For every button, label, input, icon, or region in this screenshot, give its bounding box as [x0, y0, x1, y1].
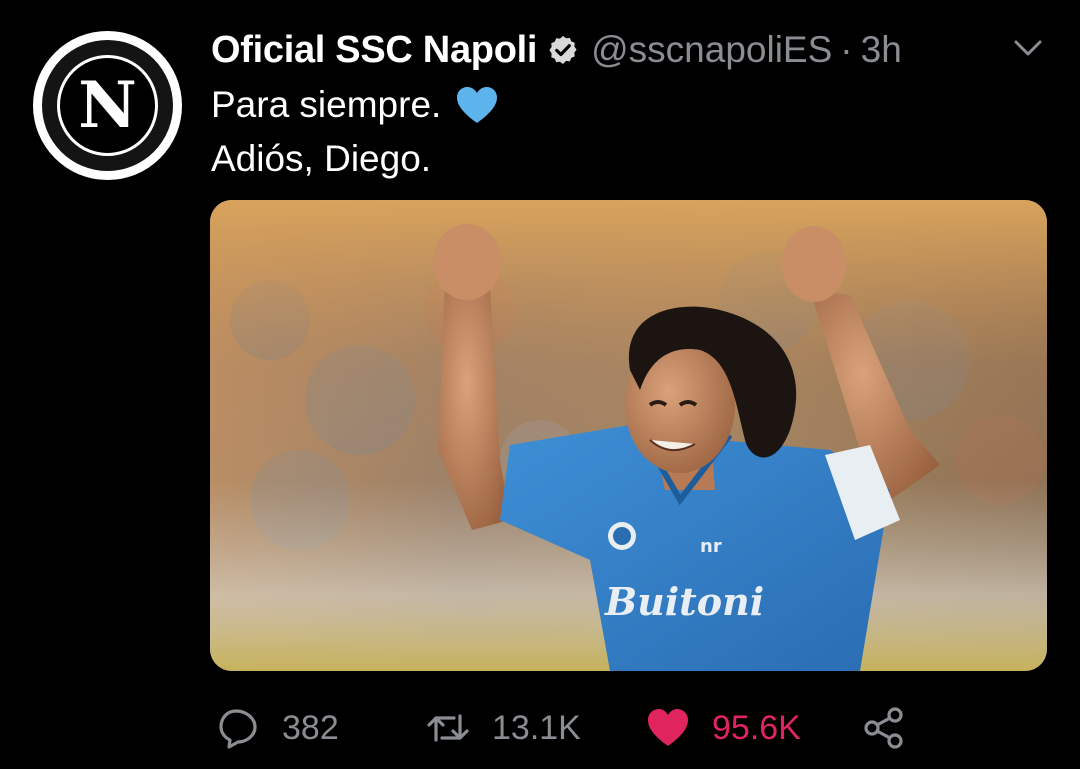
svg-text:nr: nr	[700, 536, 722, 557]
tweet-header: Oficial SSC Napoli @sscnapoliES · 3h	[211, 26, 902, 74]
reply-icon	[219, 709, 257, 749]
tweet-text: Para siempre.	[211, 84, 442, 125]
retweet-button[interactable]: 13.1K	[426, 700, 581, 756]
like-button[interactable]: 95.6K	[646, 700, 801, 756]
verified-badge-icon	[547, 34, 579, 66]
avatar[interactable]: N	[33, 31, 182, 180]
retweet-count: 13.1K	[492, 708, 581, 747]
svg-text:Buitoni: Buitoni	[604, 579, 764, 624]
separator: ·	[840, 29, 853, 70]
retweet-icon	[427, 714, 469, 742]
tweet-actions: 382 13.1K 95.6K	[210, 700, 930, 756]
like-count: 95.6K	[712, 708, 801, 747]
handle[interactable]: @sscnapoliES	[591, 29, 832, 71]
reply-button[interactable]: 382	[216, 700, 339, 756]
tweet-text-line-2: Adiós, Diego.	[211, 136, 431, 182]
timestamp[interactable]: 3h	[861, 29, 902, 71]
chevron-down-icon[interactable]	[1012, 36, 1044, 60]
avatar-letter: N	[78, 67, 137, 143]
avatar-badge: N	[42, 40, 173, 171]
share-button[interactable]	[862, 700, 906, 756]
photo-illustration: Buitoni nr	[210, 200, 1047, 671]
tweet-card[interactable]: N Oficial SSC Napoli @sscnapoliES · 3h P…	[0, 0, 1080, 769]
share-icon	[864, 707, 903, 749]
display-name[interactable]: Oficial SSC Napoli	[211, 29, 537, 72]
reply-count: 382	[282, 708, 339, 747]
tweet-photo[interactable]: Buitoni nr	[210, 200, 1047, 671]
avatar-ring: N	[57, 55, 158, 156]
heart-icon	[648, 709, 688, 746]
tweet-text: Adiós, Diego.	[211, 138, 432, 179]
blue-heart-icon	[455, 85, 499, 125]
tweet-text-line-1: Para siempre.	[211, 82, 499, 128]
